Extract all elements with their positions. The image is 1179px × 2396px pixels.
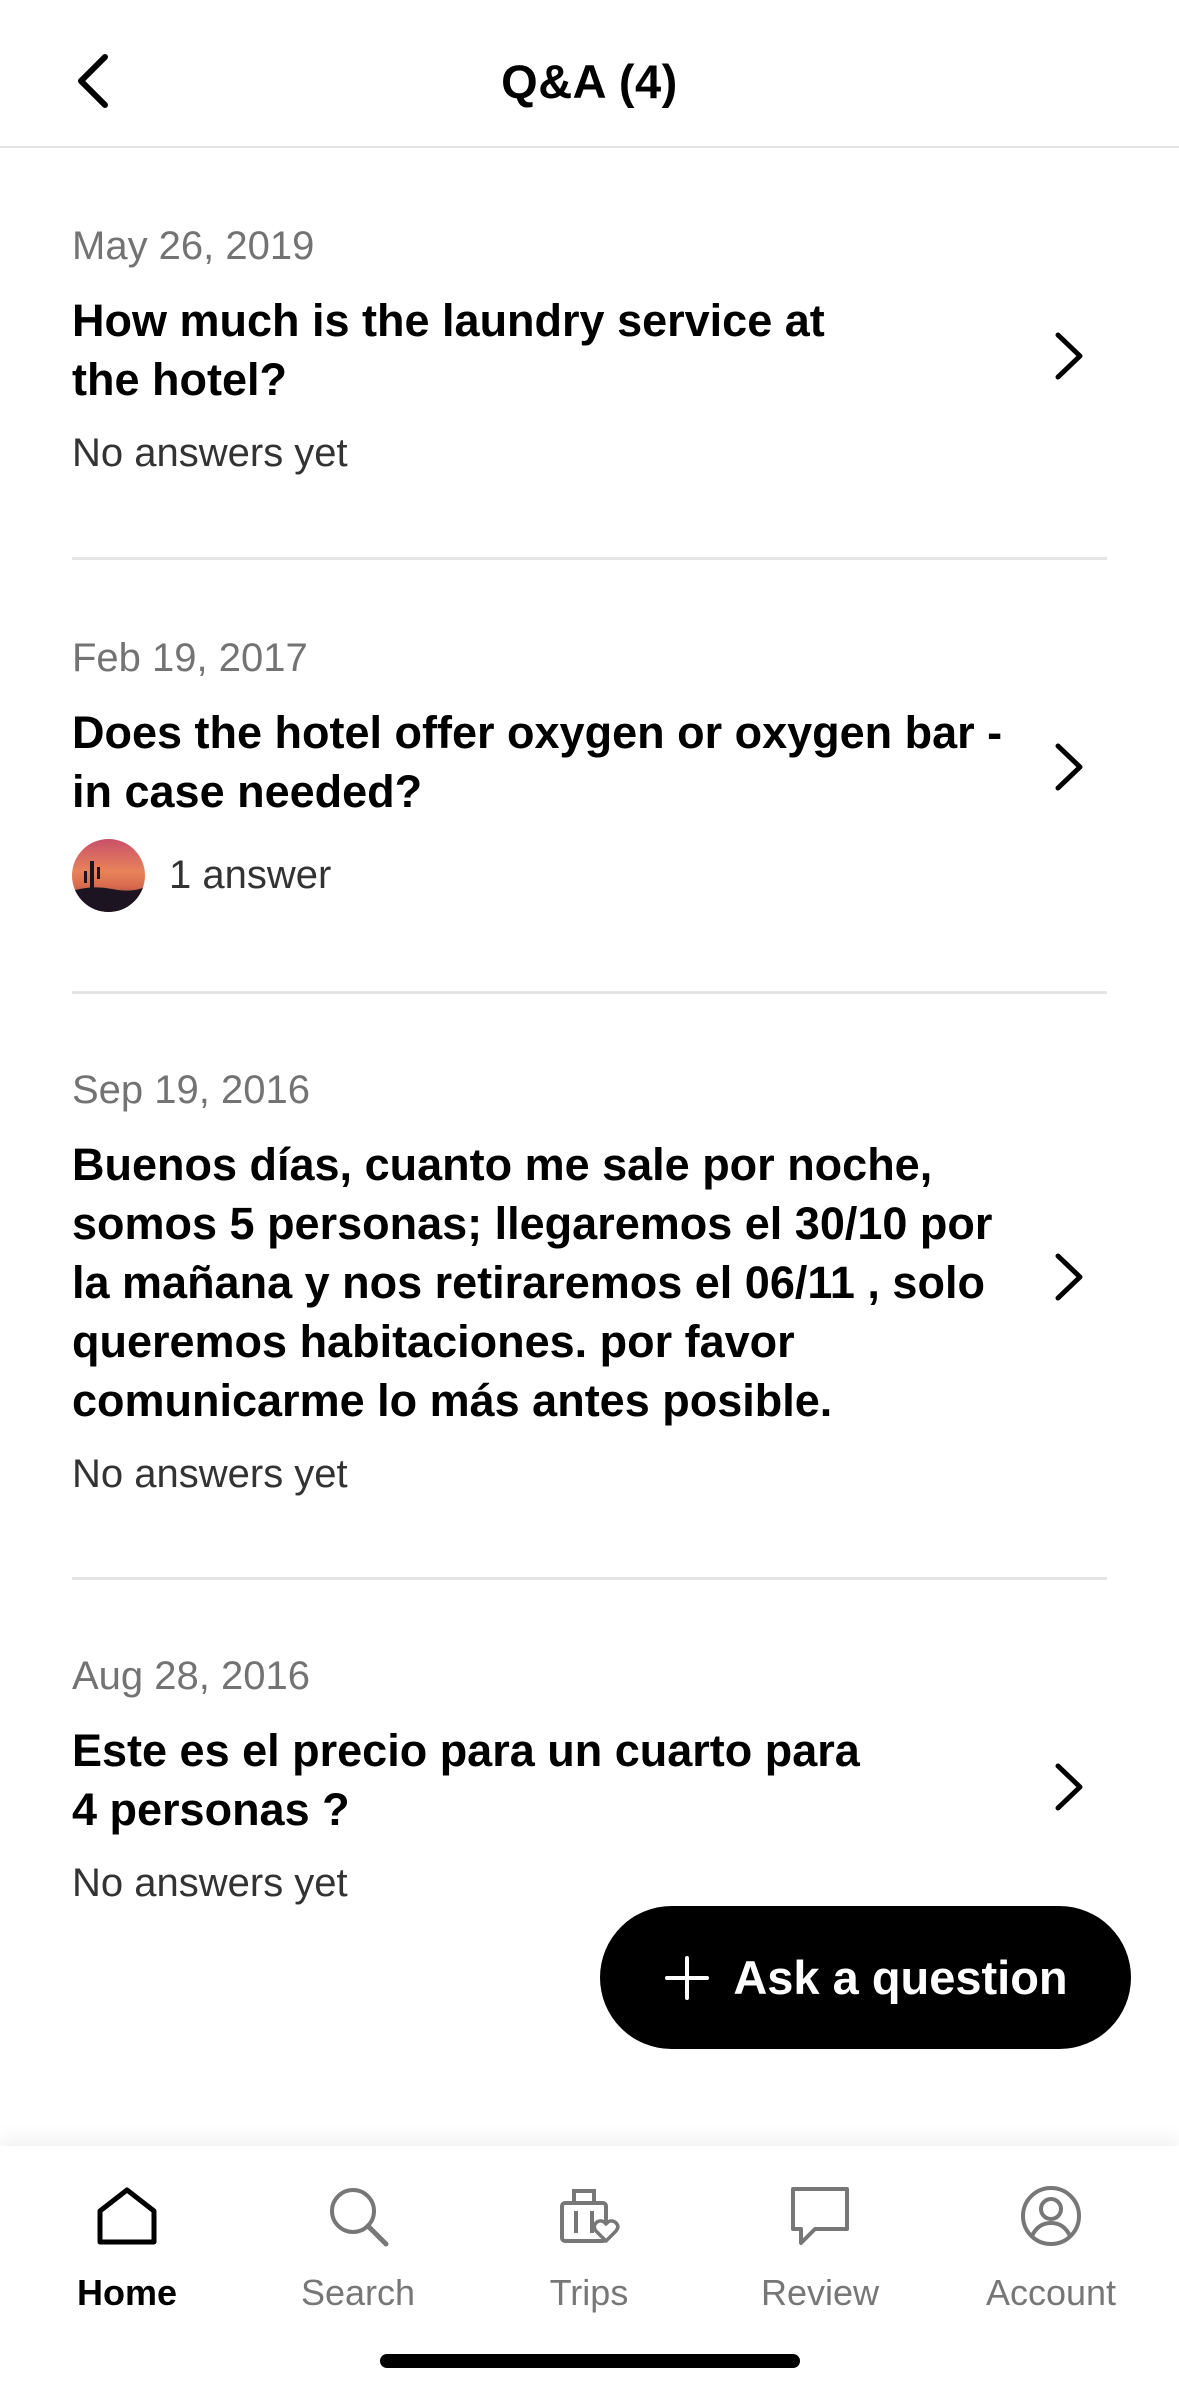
qa-status-label: No answers yet [72, 1861, 348, 1905]
qa-status-label: No answers yet [72, 1452, 348, 1496]
qa-answer-status: No answers yet [72, 1861, 1107, 1906]
qa-answer-status: No answers yet [72, 1452, 1107, 1497]
qa-question: Buenos días, cuanto me sale por noche, s… [72, 1139, 993, 1426]
qa-item[interactable]: Feb 19, 2017 Does the hotel offer oxygen… [72, 560, 1107, 994]
qa-item[interactable]: Sep 19, 2016 Buenos días, cuanto me sale… [72, 994, 1107, 1580]
plus-icon [663, 1954, 711, 2002]
tab-home[interactable]: Home [27, 2176, 227, 2314]
suitcase-heart-icon [489, 2176, 689, 2256]
qa-answer-status: 1 answer [72, 839, 1107, 912]
qa-status-label: 1 answer [169, 853, 332, 897]
avatar [72, 839, 145, 912]
ask-question-label: Ask a question [733, 1951, 1068, 2004]
user-circle-icon [951, 2176, 1151, 2256]
tab-search[interactable]: Search [258, 2176, 458, 2314]
tab-label: Review [760, 2272, 880, 2313]
qa-answer-status: No answers yet [72, 431, 1107, 476]
tab-review[interactable]: Review [720, 2176, 920, 2314]
qa-item[interactable]: May 26, 2019 How much is the laundry ser… [72, 148, 1107, 560]
ask-question-button[interactable]: Ask a question [600, 1906, 1131, 2049]
tab-account[interactable]: Account [951, 2176, 1151, 2314]
tab-label: Account [985, 2272, 1117, 2313]
chevron-right-icon[interactable] [1047, 1247, 1091, 1307]
tab-trips[interactable]: Trips [489, 2176, 689, 2314]
home-indicator [380, 2354, 800, 2368]
chevron-right-icon[interactable] [1047, 326, 1091, 386]
qa-item[interactable]: Aug 28, 2016 Este es el precio para un c… [72, 1580, 1107, 1940]
home-icon [27, 2176, 227, 2256]
qa-question: How much is the laundry service at the h… [72, 295, 825, 405]
speech-bubble-icon [720, 2176, 920, 2256]
qa-date: Feb 19, 2017 [72, 636, 308, 680]
qa-list: May 26, 2019 How much is the laundry ser… [72, 148, 1107, 1940]
qa-date: Aug 28, 2016 [72, 1654, 310, 1698]
tab-label: Search [300, 2272, 416, 2313]
page-title: Q&A (4) [501, 55, 678, 108]
chevron-right-icon[interactable] [1047, 737, 1091, 797]
search-icon [258, 2176, 458, 2256]
tab-label: Trips [549, 2272, 629, 2313]
chevron-right-icon[interactable] [1047, 1757, 1091, 1817]
qa-status-label: No answers yet [72, 431, 348, 475]
header-bar: Q&A (4) [0, 0, 1179, 148]
qa-date: May 26, 2019 [72, 224, 315, 268]
qa-question: Does the hotel offer oxygen or oxygen ba… [72, 707, 1003, 817]
qa-question: Este es el precio para un cuarto para 4 … [72, 1725, 860, 1835]
tab-label: Home [76, 2272, 178, 2313]
qa-date: Sep 19, 2016 [72, 1068, 310, 1112]
